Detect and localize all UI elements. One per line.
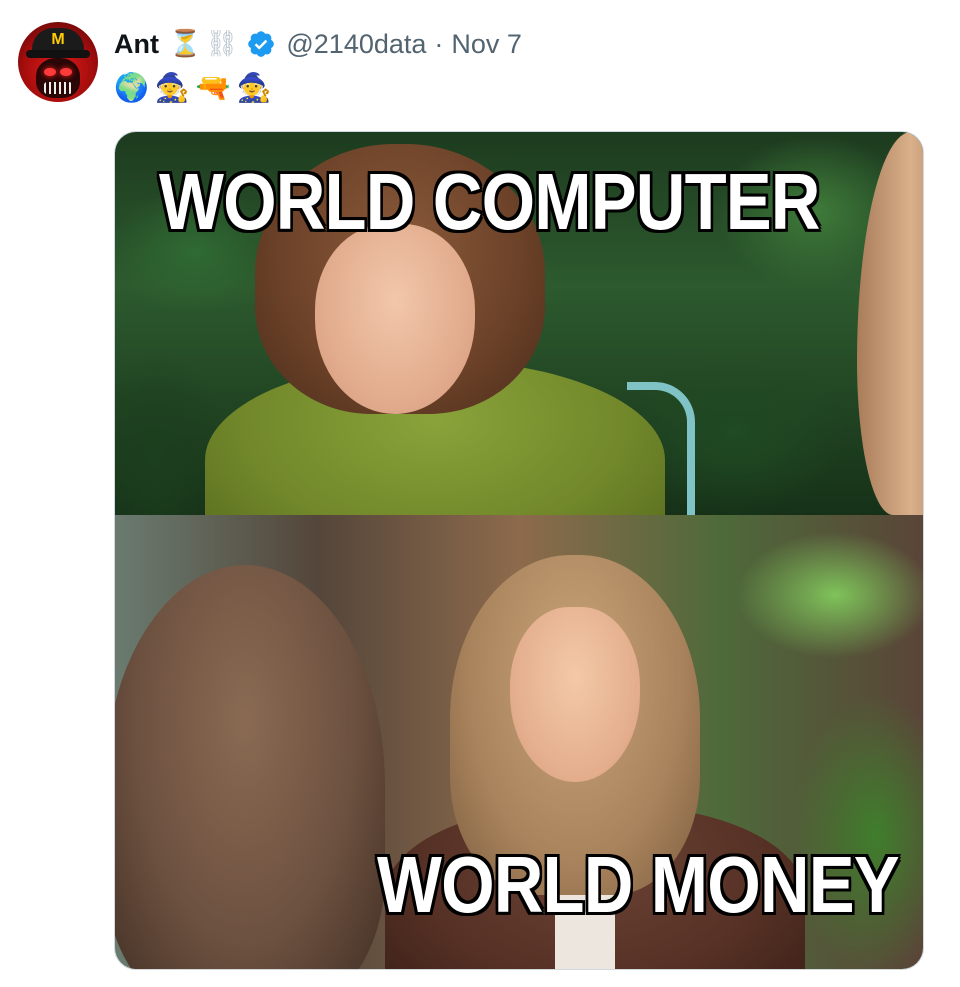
robot-grill-shape [44, 82, 72, 94]
display-name[interactable]: Ant [114, 29, 159, 60]
meme-top-panel: WORLD COMPUTER [115, 132, 923, 515]
meme-caption-bottom: WORLD MONEY [377, 840, 900, 929]
left-eye-shape [44, 68, 56, 76]
mage-icon: 🧙 [236, 70, 272, 104]
avatar[interactable]: M [18, 22, 98, 102]
woman-neutral-face [510, 607, 640, 782]
tweet-text: 🌍 🧙 🔫 🧙 [114, 68, 278, 106]
foreground-back-of-head [115, 565, 385, 969]
meme-bottom-panel: WORLD MONEY [115, 515, 923, 969]
cap-bill-shape [26, 50, 90, 58]
globe-icon: 🌍 [114, 70, 149, 104]
pistol-icon: 🔫 [195, 70, 231, 104]
mage-icon: 🧙 [154, 70, 190, 104]
verified-badge-icon [248, 31, 275, 57]
chain-icon: ⛓ [205, 29, 239, 59]
woman-smiling-face [315, 224, 475, 414]
tweet-media-image[interactable]: WORLD COMPUTER WORLD MONEY [114, 131, 924, 970]
separator-dot: · [434, 28, 444, 59]
cap-logo-icon: M [51, 31, 65, 48]
background-figure-hair [857, 132, 923, 515]
hourglass-icon: ⏳ [168, 29, 202, 59]
tweet-header: Ant ⏳ ⛓ @2140data · Nov 7 [114, 26, 522, 62]
tweet-date[interactable]: Nov 7 [451, 29, 522, 60]
meme-caption-top: WORLD COMPUTER [159, 157, 820, 246]
right-eye-shape [60, 68, 72, 76]
user-handle[interactable]: @2140data [286, 29, 426, 60]
